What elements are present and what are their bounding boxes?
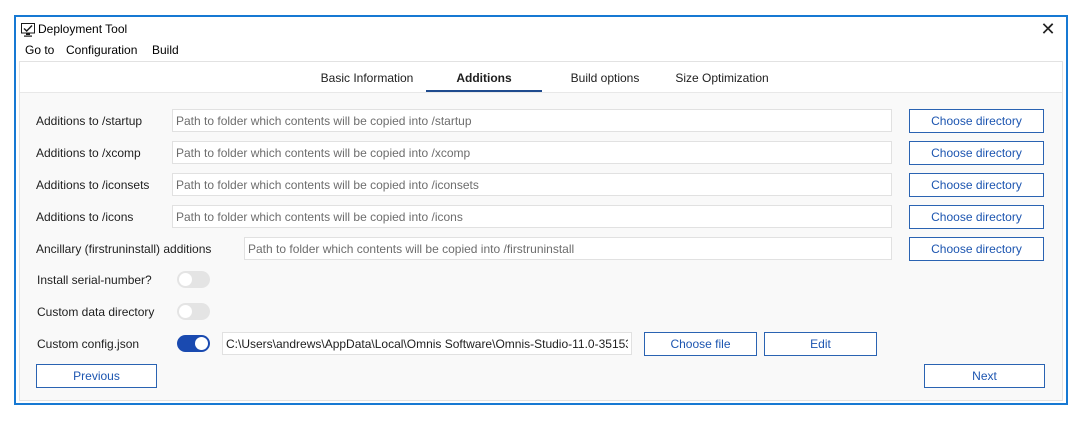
- firstruninstall-choose-directory-button[interactable]: Choose directory: [909, 237, 1044, 261]
- menu-build[interactable]: Build: [152, 43, 179, 57]
- menu-go-to[interactable]: Go to: [25, 43, 54, 57]
- firstruninstall-label: Ancillary (firstruninstall) additions: [36, 242, 212, 256]
- previous-button[interactable]: Previous: [36, 364, 157, 388]
- next-button[interactable]: Next: [924, 364, 1045, 388]
- custom-config-json-toggle[interactable]: [177, 335, 210, 352]
- menu-bar: Go to Configuration Build: [16, 41, 1066, 61]
- custom-config-json-label: Custom config.json: [37, 337, 140, 351]
- tab-size-optimization[interactable]: Size Optimization: [670, 71, 774, 92]
- deployment-tool-window: Deployment Tool ✕ Go to Configuration Bu…: [14, 15, 1068, 405]
- main-panel: Basic Information Additions Build option…: [19, 61, 1063, 401]
- iconsets-choose-directory-button[interactable]: Choose directory: [909, 173, 1044, 197]
- menu-configuration[interactable]: Configuration: [66, 43, 137, 57]
- startup-path-input[interactable]: [172, 109, 892, 132]
- xcomp-choose-directory-button[interactable]: Choose directory: [909, 141, 1044, 165]
- tab-additions[interactable]: Additions: [426, 71, 542, 92]
- install-serial-number-label: Install serial-number?: [37, 273, 152, 287]
- icons-path-input[interactable]: [172, 205, 892, 228]
- tab-basic-information[interactable]: Basic Information: [316, 71, 418, 92]
- monitor-check-icon: [21, 23, 35, 37]
- tab-build-options[interactable]: Build options: [560, 71, 650, 92]
- toggle-knob: [179, 273, 192, 286]
- iconsets-label: Additions to /iconsets: [36, 178, 150, 192]
- iconsets-path-input[interactable]: [172, 173, 892, 196]
- install-serial-number-toggle[interactable]: [177, 271, 210, 288]
- edit-button[interactable]: Edit: [764, 332, 877, 356]
- startup-label: Additions to /startup: [36, 114, 143, 128]
- tab-bar: Basic Information Additions Build option…: [20, 62, 1062, 93]
- custom-data-directory-toggle[interactable]: [177, 303, 210, 320]
- toggle-knob: [179, 305, 192, 318]
- startup-choose-directory-button[interactable]: Choose directory: [909, 109, 1044, 133]
- toggle-knob: [195, 337, 208, 350]
- firstruninstall-path-input[interactable]: [244, 237, 892, 260]
- close-icon[interactable]: ✕: [1036, 18, 1060, 40]
- icons-label: Additions to /icons: [36, 210, 134, 224]
- title-bar: Deployment Tool ✕: [16, 17, 1066, 41]
- xcomp-path-input[interactable]: [172, 141, 892, 164]
- custom-config-path-input[interactable]: [222, 332, 632, 355]
- window-title: Deployment Tool: [38, 22, 128, 36]
- custom-data-directory-label: Custom data directory: [37, 305, 155, 319]
- icons-choose-directory-button[interactable]: Choose directory: [909, 205, 1044, 229]
- xcomp-label: Additions to /xcomp: [36, 146, 141, 160]
- choose-file-button[interactable]: Choose file: [644, 332, 757, 356]
